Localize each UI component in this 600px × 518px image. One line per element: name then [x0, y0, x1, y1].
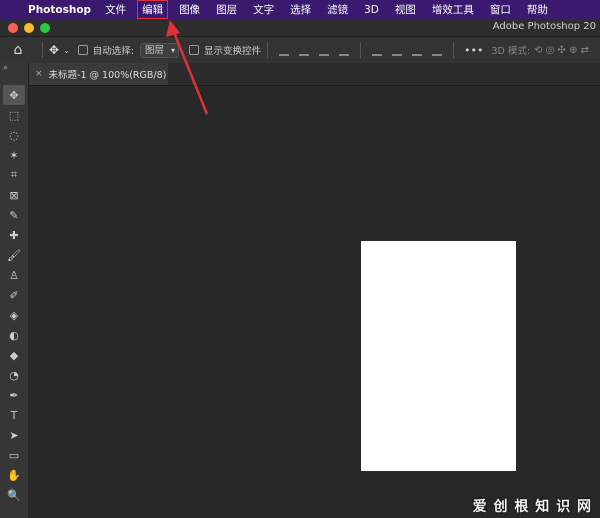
eyedropper-tool-icon[interactable]: ✎ [0, 205, 28, 225]
divider [42, 42, 43, 58]
menu-window[interactable]: 窗口 [490, 2, 511, 17]
menu-type[interactable]: 文字 [253, 2, 274, 17]
marquee-tool-icon[interactable]: ⬚ [0, 105, 28, 125]
window-title: Adobe Photoshop 20 [492, 21, 596, 32]
menu-app-name[interactable]: Photoshop [28, 4, 91, 16]
minimize-window-button[interactable] [24, 23, 34, 33]
align-bottom-icon[interactable] [412, 44, 422, 56]
document-tab[interactable]: × 未标题-1 @ 100%(RGB/8) [28, 63, 168, 85]
menu-select[interactable]: 选择 [290, 2, 311, 17]
menu-help[interactable]: 帮助 [527, 2, 548, 17]
divider [360, 42, 361, 58]
close-window-button[interactable] [8, 23, 18, 33]
lasso-tool-icon[interactable]: ◌ [0, 125, 28, 145]
eraser-tool-icon[interactable]: ◈ [0, 305, 28, 325]
move-tool-icon[interactable]: ✥ [3, 85, 25, 105]
menu-plugins[interactable]: 增效工具 [432, 2, 474, 17]
more-options-icon[interactable]: ••• [464, 44, 483, 57]
healing-brush-tool-icon[interactable]: ✚ [0, 225, 28, 245]
menu-bar: Photoshop 文件 编辑 图像 图层 文字 选择 滤镜 3D 视图 增效工… [0, 0, 600, 19]
type-tool-icon[interactable]: T [0, 405, 28, 425]
menu-view[interactable]: 视图 [395, 2, 416, 17]
menu-3d[interactable]: 3D [364, 4, 379, 16]
menu-file[interactable]: 文件 [105, 2, 126, 17]
align-middle-icon[interactable] [392, 44, 402, 56]
divider [267, 42, 268, 58]
watermark: 爱 创 根 知 识 网 [472, 499, 592, 515]
history-brush-tool-icon[interactable]: ✐ [0, 285, 28, 305]
crop-tool-icon[interactable]: ⌗ [0, 165, 28, 185]
zoom-window-button[interactable] [40, 23, 50, 33]
align-top-icon[interactable] [372, 44, 382, 56]
blur-tool-icon[interactable]: ◆ [0, 345, 28, 365]
pen-tool-icon[interactable]: ✒ [0, 385, 28, 405]
options-bar: ⌂ ✥ ⌄ 自动选择: 图层 显示变换控件 ••• 3D 模式: ⟲ ◎ ✣ ⊕… [0, 37, 600, 64]
divider [453, 42, 454, 58]
align-hcenter-icon[interactable] [339, 44, 349, 56]
path-selection-tool-icon[interactable]: ➤ [0, 425, 28, 445]
rectangle-tool-icon[interactable]: ▭ [0, 445, 28, 465]
frame-tool-icon[interactable]: ⊠ [0, 185, 28, 205]
3d-mode-label: 3D 模式: [491, 46, 531, 57]
home-icon[interactable]: ⌂ [0, 42, 36, 58]
menu-layer[interactable]: 图层 [216, 2, 237, 17]
brush-tool-icon[interactable]: 🖌 [0, 245, 28, 265]
close-tab-icon[interactable]: × [35, 69, 43, 79]
panel-collapse-icon[interactable]: » [0, 63, 28, 85]
show-transform-checkbox[interactable]: 显示变换控件 [188, 43, 261, 57]
auto-select-checkbox[interactable]: 自动选择: [77, 43, 134, 57]
magic-wand-tool-icon[interactable]: ✶ [0, 145, 28, 165]
auto-select-label: 自动选择: [92, 46, 134, 57]
document-tab-label: 未标题-1 @ 100%(RGB/8) [48, 70, 167, 81]
menu-image[interactable]: 图像 [179, 2, 200, 17]
distribute-icon[interactable] [432, 44, 442, 56]
hand-tool-icon[interactable]: ✋ [0, 465, 28, 485]
dodge-tool-icon[interactable]: ◔ [0, 365, 28, 385]
align-center-icon[interactable] [299, 44, 309, 56]
chevron-down-icon[interactable]: ⌄ [63, 46, 70, 55]
clone-stamp-tool-icon[interactable]: ♙ [0, 265, 28, 285]
move-tool-icon[interactable]: ✥ [49, 43, 59, 57]
menu-edit[interactable]: 编辑 [137, 0, 169, 19]
auto-select-dropdown[interactable]: 图层 [139, 42, 179, 58]
zoom-tool-icon[interactable]: 🔍 [0, 485, 28, 505]
show-transform-label: 显示变换控件 [203, 46, 261, 57]
window-title-bar: Adobe Photoshop 20 [0, 19, 600, 37]
3d-tools-icon[interactable]: ⟲ ◎ ✣ ⊕ ⇄ [534, 45, 589, 56]
menu-filter[interactable]: 滤镜 [327, 2, 348, 17]
tools-panel: » ✥ ⬚ ◌ ✶ ⌗ ⊠ ✎ ✚ 🖌 ♙ ✐ ◈ ◐ ◆ ◔ ✒ T ➤ ▭ … [0, 63, 29, 518]
document-tabs: × 未标题-1 @ 100%(RGB/8) [28, 63, 600, 86]
gradient-tool-icon[interactable]: ◐ [0, 325, 28, 345]
document-canvas[interactable] [361, 241, 516, 471]
align-right-icon[interactable] [319, 44, 329, 56]
align-left-icon[interactable] [279, 44, 289, 56]
